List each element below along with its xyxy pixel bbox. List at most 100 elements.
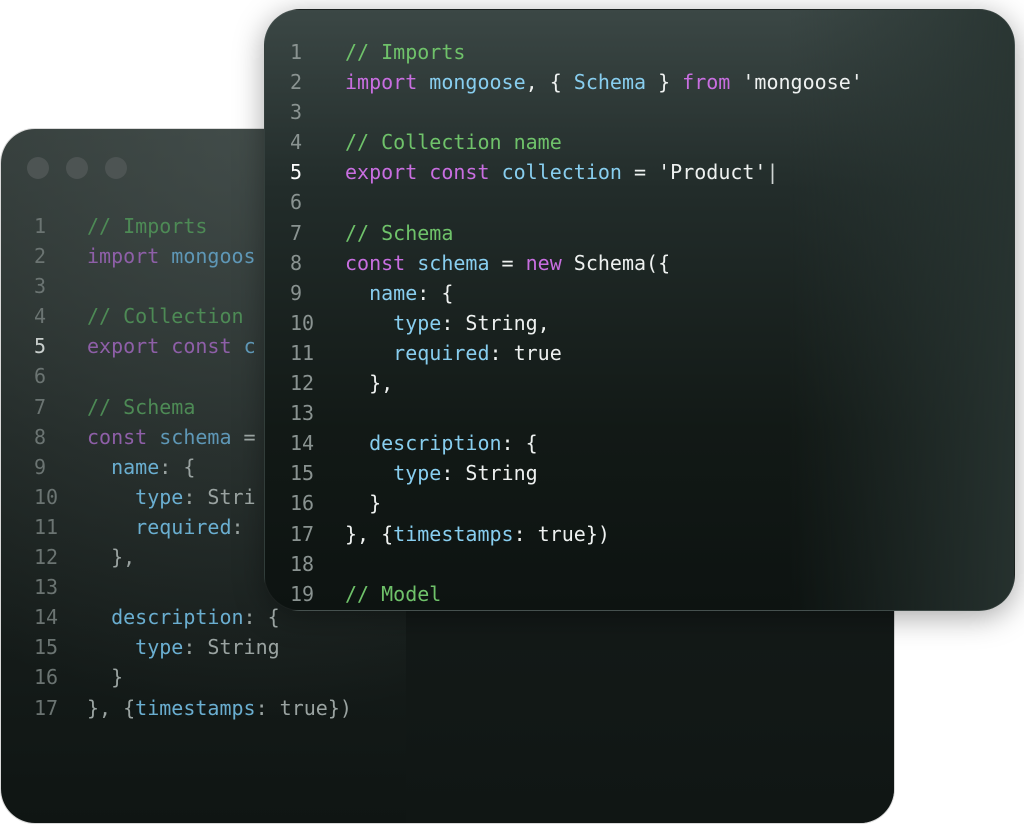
code-content: // Collection [87, 301, 244, 331]
code-line[interactable]: 2 import mongoose, { Schema } from 'mongo… [290, 67, 863, 97]
code-line[interactable]: 17}, {timestamps: true}) [290, 519, 863, 549]
code-line[interactable]: 15 type: String [290, 458, 863, 488]
code-token: } [369, 491, 382, 516]
line-number: 1 [290, 40, 303, 64]
line-number: 5 [34, 334, 47, 359]
code-line[interactable]: 4 // Collection name [290, 127, 863, 157]
code-token: = [489, 250, 526, 275]
code-content: const schema = [87, 422, 256, 452]
code-token: }, [111, 545, 136, 570]
code-token: = 'Product' [621, 160, 767, 185]
code-token: export [345, 160, 418, 185]
line-number: 8 [290, 250, 303, 275]
code-token: const [87, 424, 148, 449]
line-number: 16 [34, 665, 59, 690]
code-token: : [231, 514, 244, 539]
line-number: 8 [34, 424, 47, 449]
code-token: = [231, 424, 256, 449]
code-content: name: { [87, 452, 195, 482]
line-number: 13 [34, 575, 59, 600]
code-token: // Model [345, 581, 442, 606]
code-line[interactable]: 13 [290, 398, 863, 428]
close-dot-icon[interactable] [27, 157, 49, 179]
code-token: from [682, 70, 731, 95]
code-token: }, [369, 371, 394, 396]
front-code-editor[interactable]: 1 // Imports 2 import mongoose, { Schema } … [290, 37, 863, 609]
code-content: type: String [345, 458, 538, 488]
code-token: : true}) [255, 695, 352, 720]
code-content: export const c [87, 331, 256, 361]
minimize-dot-icon[interactable] [66, 157, 88, 179]
code-token: name [111, 454, 160, 479]
code-content: // Schema [87, 392, 195, 422]
line-number: 7 [290, 220, 303, 245]
code-token: 'mongoose' [730, 70, 863, 95]
code-token: // Collection [87, 304, 244, 329]
code-content: name: { [345, 278, 453, 308]
code-token: : { [159, 454, 196, 479]
code-token: export [87, 334, 160, 359]
line-number: 6 [290, 190, 303, 215]
line-number: 2 [34, 244, 47, 269]
code-line[interactable]: 19 // Model [290, 579, 863, 609]
code-token: // Imports [345, 40, 466, 64]
code-token: required [393, 340, 490, 365]
code-line[interactable]: 16 } [34, 662, 352, 692]
code-token: timestamps [393, 521, 514, 546]
maximize-dot-icon[interactable] [105, 157, 127, 179]
code-line[interactable]: 8 const schema = new Schema({ [290, 248, 863, 278]
code-line[interactable]: 12 }, [290, 368, 863, 398]
code-token: } [111, 665, 124, 690]
code-token: import [345, 70, 418, 95]
code-content: required: [87, 512, 244, 542]
code-content: type: Stri [87, 482, 255, 512]
code-line[interactable]: 16 } [290, 488, 863, 518]
code-line[interactable]: 15 type: String [34, 632, 352, 662]
line-number: 17 [34, 695, 59, 720]
code-token: // Schema [345, 220, 454, 245]
code-token: Schema({ [561, 250, 671, 275]
code-line[interactable]: 6 [290, 187, 863, 217]
code-line[interactable]: 5 export const collection = 'Product'| [290, 157, 863, 187]
code-content: }, {timestamps: true}) [345, 519, 610, 549]
code-line[interactable]: 17 }, {timestamps: true}) [34, 693, 352, 723]
code-content: export const collection = 'Product'| [345, 157, 779, 187]
code-line[interactable]: 18 [290, 549, 863, 579]
line-number: 7 [34, 394, 47, 419]
line-number: 3 [34, 274, 47, 299]
line-number: 9 [34, 454, 47, 479]
code-token: }, { [87, 695, 136, 720]
code-token: mongoose [429, 70, 526, 95]
code-token: new [525, 250, 562, 275]
code-line[interactable]: 14 description: { [290, 428, 863, 458]
code-line[interactable]: 11 required: true [290, 338, 863, 368]
code-token: timestamps [135, 695, 256, 720]
code-content: required: true [345, 338, 562, 368]
code-token: : String [183, 635, 280, 660]
code-content: // Imports [345, 37, 465, 67]
code-content: type: String, [345, 308, 550, 338]
line-number: 14 [34, 605, 59, 630]
code-token: c [243, 334, 256, 359]
code-token: type [135, 484, 184, 509]
code-line[interactable]: 9 name: { [290, 278, 863, 308]
line-number: 2 [290, 70, 303, 95]
line-number: 4 [34, 304, 47, 329]
line-number: 4 [290, 130, 303, 155]
line-number: 11 [290, 340, 315, 365]
line-number: 15 [34, 635, 59, 660]
code-line[interactable]: 7 // Schema [290, 218, 863, 248]
code-line[interactable]: 1 // Imports [290, 37, 863, 67]
code-token: : { [501, 431, 538, 456]
code-line[interactable]: 10 type: String, [290, 308, 863, 338]
line-number: 11 [34, 514, 59, 539]
code-line[interactable]: 3 [290, 97, 863, 127]
code-content: }, [345, 368, 393, 398]
code-content: const schema = new Schema({ [345, 248, 670, 278]
line-number: 14 [290, 431, 315, 456]
